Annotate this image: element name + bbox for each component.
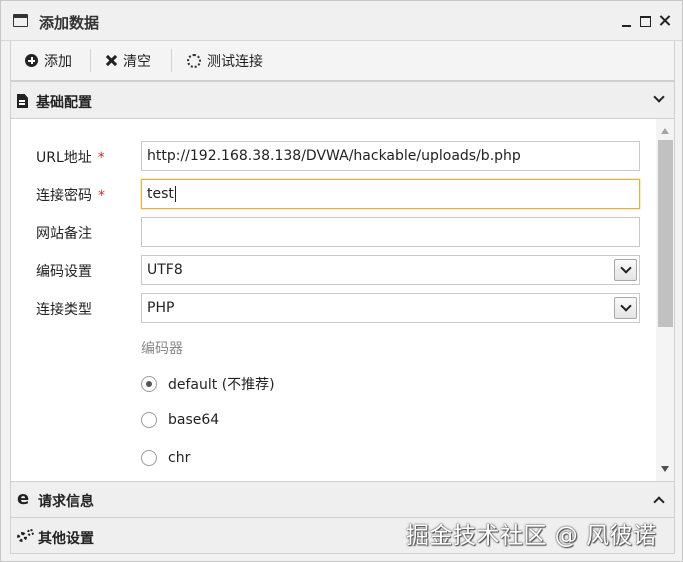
chevron-down-icon[interactable] [614,259,637,281]
encoder-option-label: default (不推荐) [168,377,275,393]
watermark: 掘金技术社区 @ 风彼诺 [406,523,657,549]
encoding-select[interactable]: UTF8 [141,255,640,285]
encoding-selected-value: UTF8 [147,262,183,278]
conn-type-selected-value: PHP [147,300,175,316]
plus-circle-icon [25,54,38,67]
section-title-other-settings: 其他设置 [38,531,94,547]
close-icon[interactable] [656,10,674,32]
minimize-icon[interactable] [618,10,636,32]
section-title-basic-config: 基础配置 [36,95,92,111]
chevron-down-icon[interactable] [614,297,637,319]
section-header-basic-config[interactable]: 基础配置 [10,81,675,119]
encoder-option-default[interactable]: default (不推荐) [141,374,275,394]
basic-config-form: URL地址 * http://192.168.38.138/DVWA/hackab… [10,119,675,481]
add-button-label: 添加 [44,53,72,70]
encoder-label: 编码器 [141,341,183,357]
url-label: URL地址 * [36,150,105,166]
toolbar: 添加 清空 测试连接 [10,41,675,81]
password-label: 连接密码 * [36,188,105,204]
required-mark: * [98,188,105,204]
add-data-window: 添加数据 添加 清空 测试连接 基础配置 URL地址 * http://192.1… [0,0,683,562]
encoder-option-base64[interactable]: base64 [141,412,219,428]
test-connection-button-label: 测试连接 [207,53,263,70]
radio-icon[interactable] [141,450,157,466]
radio-icon[interactable] [141,412,157,428]
encoder-option-label: base64 [168,412,220,428]
chevron-up-icon[interactable] [654,496,664,506]
scroll-up-icon[interactable] [661,128,669,134]
text-caret [174,186,176,202]
x-icon [106,55,117,66]
internet-explorer-icon: e [17,488,30,509]
required-mark: * [97,150,105,166]
test-connection-button[interactable]: 测试连接 [187,41,263,80]
encoder-option-label: chr [168,450,191,466]
title-bar: 添加数据 [1,1,682,41]
spinner-icon [187,53,201,68]
maximize-icon[interactable] [637,10,655,32]
add-button[interactable]: 添加 [25,41,72,80]
gears-icon [17,529,35,543]
encoder-option-chr[interactable]: chr [141,450,190,466]
clear-button-label: 清空 [123,53,151,70]
window-icon [13,14,28,27]
encoding-label: 编码设置 [36,264,92,280]
conn-type-select[interactable]: PHP [141,293,640,323]
chevron-down-icon[interactable] [654,94,664,104]
password-input[interactable]: test [141,179,640,209]
url-input[interactable]: http://192.168.38.138/DVWA/hackable/uplo… [141,141,640,171]
radio-checked-icon[interactable] [141,376,157,392]
section-title-request-info: 请求信息 [38,494,94,510]
clear-button[interactable]: 清空 [106,41,151,80]
toolbar-separator [90,49,91,72]
document-icon [17,94,28,108]
window-title: 添加数据 [39,14,100,32]
conn-type-label: 连接类型 [36,302,92,318]
scrollbar-thumb[interactable] [658,140,673,327]
note-label: 网站备注 [36,226,92,242]
section-header-request-info[interactable]: e 请求信息 [10,481,675,518]
vertical-scrollbar[interactable] [656,119,674,481]
toolbar-separator [171,49,172,72]
note-input[interactable] [141,217,640,247]
scroll-down-icon[interactable] [661,466,669,472]
